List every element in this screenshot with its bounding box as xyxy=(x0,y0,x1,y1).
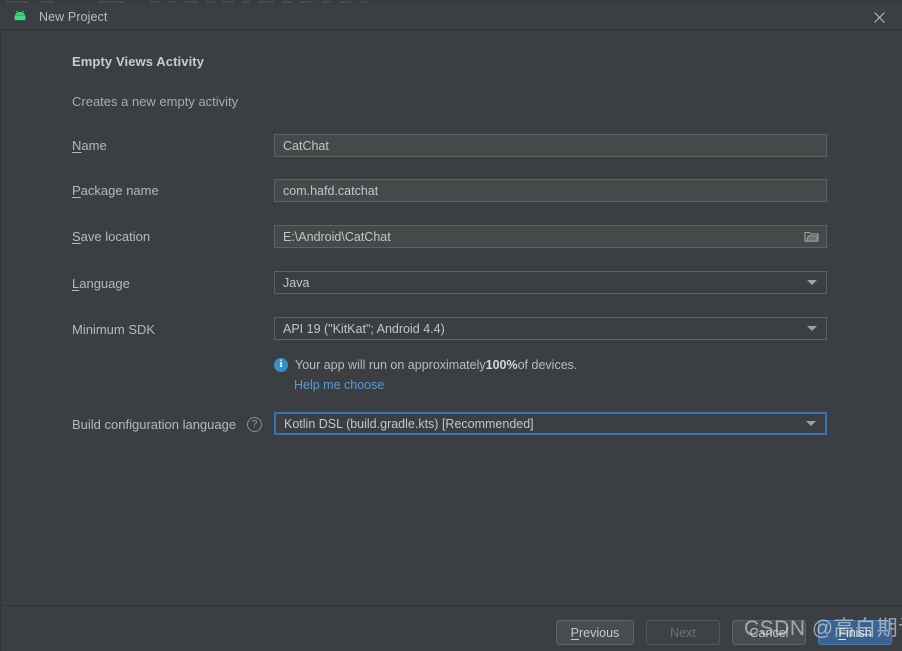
package-name-input[interactable]: com.hafd.catchat xyxy=(274,179,827,202)
build-configuration-language-dropdown-value: Kotlin DSL (build.gradle.kts) [Recommend… xyxy=(284,416,534,431)
device-coverage-percent: 100% xyxy=(485,358,518,372)
android-robot-icon xyxy=(12,9,28,25)
build-configuration-language-dropdown[interactable]: Kotlin DSL (build.gradle.kts) [Recommend… xyxy=(274,412,827,435)
minimum-sdk-dropdown[interactable]: API 19 ("KitKat"; Android 4.4) xyxy=(274,317,827,340)
chevron-down-icon xyxy=(807,280,817,285)
next-button[interactable]: Next xyxy=(646,620,720,645)
cancel-button[interactable]: Cancel xyxy=(732,620,806,645)
label-minimum-sdk: Minimum SDK xyxy=(72,322,156,337)
name-input-value: CatChat xyxy=(283,138,329,153)
language-dropdown[interactable]: Java xyxy=(274,271,827,294)
chevron-down-icon xyxy=(806,421,816,426)
label-language: Language xyxy=(72,276,130,291)
close-icon[interactable] xyxy=(856,5,902,29)
label-save-location: Save location xyxy=(72,229,151,244)
page-description: Creates a new empty activity xyxy=(72,94,239,109)
package-name-input-value: com.hafd.catchat xyxy=(283,183,379,198)
minimum-sdk-dropdown-value: API 19 ("KitKat"; Android 4.4) xyxy=(283,321,445,336)
dialog-content: Empty Views Activity Creates a new empty… xyxy=(1,30,902,605)
window-title: New Project xyxy=(39,10,108,24)
device-coverage-info: i Your app will run on approximately 100… xyxy=(274,358,577,372)
chevron-down-icon xyxy=(807,326,817,331)
previous-button[interactable]: Previous xyxy=(556,620,634,645)
info-icon: i xyxy=(274,358,288,372)
label-build-configuration-language: Build configuration language xyxy=(72,417,237,432)
help-me-choose-link[interactable]: Help me choose xyxy=(294,378,384,392)
device-coverage-text-after: of devices. xyxy=(517,358,578,372)
device-coverage-text-before: Your app will run on approximately xyxy=(295,358,486,372)
question-mark-icon[interactable]: ? xyxy=(247,417,262,432)
save-location-input[interactable]: E:\Android\CatChat xyxy=(274,225,827,248)
folder-icon[interactable] xyxy=(797,226,825,247)
name-input[interactable]: CatChat xyxy=(274,134,827,157)
page-title: Empty Views Activity xyxy=(72,54,205,69)
dialog-footer: Previous Next Cancel Finish xyxy=(1,606,902,651)
title-bar: New Project xyxy=(0,5,902,29)
finish-button[interactable]: Finish xyxy=(818,620,892,645)
new-project-dialog: New Project Empty Views Activity Creates… xyxy=(0,0,902,651)
label-name: Name xyxy=(72,138,107,153)
save-location-input-value: E:\Android\CatChat xyxy=(283,229,391,244)
language-dropdown-value: Java xyxy=(283,275,310,290)
label-package-name: Package name xyxy=(72,183,159,198)
